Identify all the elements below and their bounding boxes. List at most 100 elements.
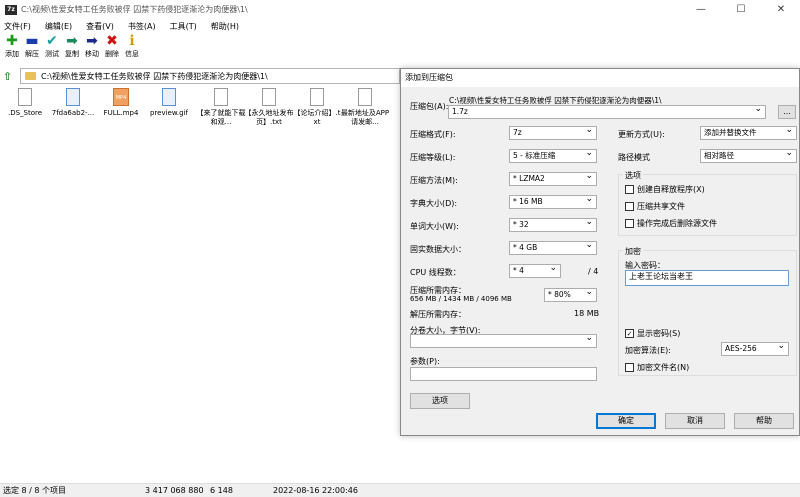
document-file-icon — [18, 88, 32, 106]
ok-button[interactable]: 确定 — [596, 413, 656, 429]
document-file-icon — [214, 88, 228, 106]
shared-checkbox-box — [625, 202, 634, 211]
document-file-icon — [358, 88, 372, 106]
solid-select[interactable]: * 4 GB — [509, 239, 597, 255]
title-bar: 7z C:\视频\性爱女特工任务败被俘 囚禁下药侵犯逐渐沦为肉便器\1\ — ☐… — [0, 0, 800, 19]
toolbar-copy-arrow-button[interactable]: ➡ 复制 — [62, 33, 82, 66]
show-password-label: 显示密码(S) — [637, 329, 681, 338]
toolbar-check-button[interactable]: ✔ 测试 — [42, 33, 62, 66]
minus-icon: ▬ — [25, 33, 39, 49]
menu-bookmarks[interactable]: 书签(A) — [128, 21, 156, 32]
params-input[interactable] — [410, 367, 597, 381]
shared-checkbox[interactable]: 压缩共享文件 — [625, 201, 685, 212]
file-item[interactable]: MP4 FULL.mp4 — [96, 88, 146, 118]
document-file-icon — [262, 88, 276, 106]
method-select[interactable]: * LZMA2 — [509, 170, 597, 186]
browse-button[interactable]: ... — [778, 105, 796, 119]
enc-method-select[interactable]: AES-256 — [721, 340, 789, 356]
file-item[interactable]: 【论坛介绍】.txt — [292, 88, 342, 127]
file-item[interactable]: 最新地址及APP请发邮... — [340, 88, 390, 127]
sfx-checkbox-box — [625, 185, 634, 194]
window-title: C:\视频\性爱女特工任务败被俘 囚禁下药侵犯逐渐沦为肉便器\1\ — [21, 5, 248, 14]
split-select[interactable] — [410, 332, 597, 348]
maximize-button[interactable]: ☐ — [727, 0, 755, 19]
encrypt-names-checkbox[interactable]: 加密文件名(N) — [625, 362, 689, 373]
word-label: 单词大小(W): — [410, 222, 459, 231]
dict-select[interactable]: * 16 MB — [509, 193, 597, 209]
toolbar-label: 解压 — [25, 50, 39, 58]
encrypt-names-label: 加密文件名(N) — [637, 363, 690, 372]
status-packed: 6 148 — [210, 486, 233, 495]
level-select[interactable]: 5 - 标准压缩 — [509, 147, 597, 163]
toolbar-minus-button[interactable]: ▬ 解压 — [22, 33, 42, 66]
menu-help[interactable]: 帮助(H) — [211, 21, 239, 32]
toolbar-move-arrow-button[interactable]: ➡ 移动 — [82, 33, 102, 66]
pathmode-select[interactable]: 相对路径 — [700, 147, 797, 163]
encrypt-names-checkbox-box — [625, 363, 634, 372]
dialog-title: 添加到压缩包 — [401, 69, 799, 87]
file-name: .DS_Store — [7, 109, 43, 117]
toolbar-label: 测试 — [45, 50, 59, 58]
format-label: 压缩格式(F): — [410, 130, 456, 139]
info-icon: ℹ — [129, 33, 135, 49]
image-file-icon — [162, 88, 176, 106]
mem-comp-detail: 656 MB / 1434 MB / 4096 MB — [410, 295, 512, 303]
encryption-group-title: 加密 — [623, 246, 643, 257]
file-item[interactable]: 【来了就能下载和观... — [196, 88, 246, 127]
toolbar-delete-button[interactable]: ✖ 删除 — [102, 33, 122, 66]
options-group-title: 选项 — [623, 170, 643, 181]
menu-tools[interactable]: 工具(T) — [170, 21, 197, 32]
show-password-checkbox[interactable]: ✓ 显示密码(S) — [625, 328, 680, 339]
app-icon: 7z — [5, 4, 17, 15]
archive-name-select[interactable]: 1.7z — [448, 103, 766, 119]
toolbar-label: 移动 — [85, 50, 99, 58]
menu-view[interactable]: 查看(V) — [86, 21, 114, 32]
menu-file[interactable]: 文件(F) — [4, 21, 31, 32]
close-button[interactable]: ✕ — [767, 0, 795, 19]
toolbar-label: 信息 — [125, 50, 139, 58]
toolbar-label: 复制 — [65, 50, 79, 58]
up-folder-icon[interactable]: ⇧ — [3, 70, 17, 83]
file-item[interactable]: 7fda6ab2-... — [48, 88, 98, 118]
update-select[interactable]: 添加并替换文件 — [700, 124, 797, 140]
delete-source-checkbox[interactable]: 操作完成后删除源文件 — [625, 218, 717, 229]
file-item[interactable]: 【永久地址发布页】.txt — [244, 88, 294, 127]
cpu-select[interactable]: * 4 — [509, 262, 561, 278]
file-name: FULL.mp4 — [103, 109, 139, 117]
toolbar-label: 添加 — [5, 50, 19, 58]
document-file-icon — [310, 88, 324, 106]
sfx-label: 创建自释放程序(X) — [637, 185, 705, 194]
toolbar-info-button[interactable]: ℹ 信息 — [122, 33, 142, 66]
menu-bar: 文件(F) 编辑(E) 查看(V) 书签(A) 工具(T) 帮助(H) — [0, 19, 800, 33]
status-size: 3 417 068 880 — [145, 486, 204, 495]
file-name: 最新地址及APP请发邮... — [340, 109, 390, 126]
file-name: 7fda6ab2-... — [51, 109, 95, 117]
help-button[interactable]: 帮助 — [734, 413, 794, 429]
menu-edit[interactable]: 编辑(E) — [45, 21, 72, 32]
mem-percent-select[interactable]: * 80% — [544, 286, 597, 302]
delete-source-checkbox-box — [625, 219, 634, 228]
toolbar-plus-button[interactable]: ✚ 添加 — [2, 33, 22, 66]
level-label: 压缩等级(L): — [410, 153, 456, 162]
solid-label: 固实数据大小： — [410, 245, 466, 254]
file-item[interactable]: .DS_Store — [0, 88, 50, 118]
file-item[interactable]: preview.gif — [144, 88, 194, 118]
address-path: C:\视频\性爱女特工任务败被俘 囚禁下药侵犯逐渐沦为肉便器\1\ — [41, 71, 268, 81]
cancel-button[interactable]: 取消 — [665, 413, 725, 429]
params-label: 参数(P): — [410, 357, 440, 366]
address-input[interactable]: C:\视频\性爱女特工任务败被俘 囚禁下药侵犯逐渐沦为肉便器\1\ — [20, 68, 400, 84]
check-icon: ✔ — [46, 33, 58, 49]
minimize-button[interactable]: — — [687, 0, 715, 19]
options-button[interactable]: 选项 — [410, 393, 470, 409]
cpu-label: CPU 线程数： — [410, 268, 461, 277]
format-select[interactable]: 7z — [509, 124, 597, 140]
status-selected: 选定 8 / 8 个项目 — [3, 486, 67, 495]
update-label: 更新方式(U): — [618, 130, 665, 139]
word-select[interactable]: * 32 — [509, 216, 597, 232]
sfx-checkbox[interactable]: 创建自释放程序(X) — [625, 184, 705, 195]
folder-icon — [25, 72, 36, 80]
copy-arrow-icon: ➡ — [66, 33, 78, 49]
password-input[interactable]: 上老王论坛当老王 — [625, 270, 789, 286]
file-name: 【来了就能下载和观... — [196, 109, 246, 126]
plus-icon: ✚ — [6, 33, 18, 49]
